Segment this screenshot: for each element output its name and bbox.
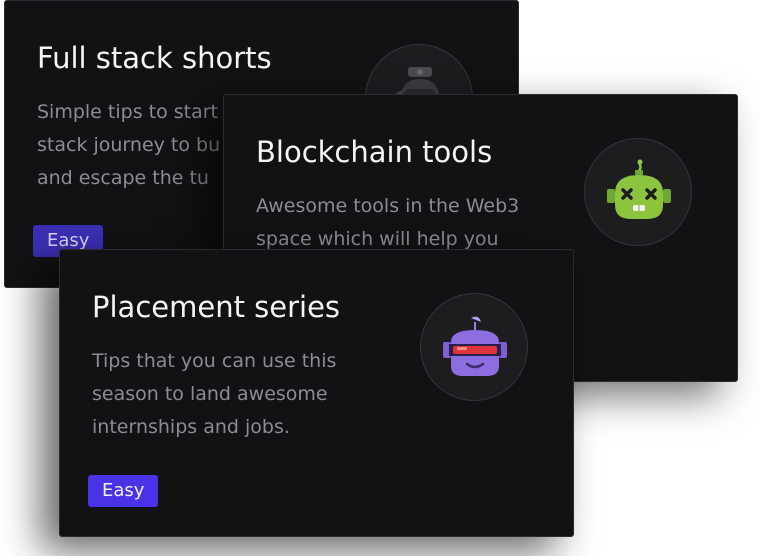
card-description-line: Awesome tools in the Web3: [256, 195, 520, 217]
card-description-line: internships and jobs.: [92, 416, 290, 438]
card-description: Tips that you can use this season to lan…: [92, 345, 336, 444]
card-description-line: Tips that you can use this: [92, 350, 337, 372]
card-description-line: season to land awesome: [92, 383, 328, 405]
difficulty-badge: Easy: [88, 475, 159, 507]
card-title: Placement series: [92, 290, 341, 324]
card-description: Simple tips to start stack journey to bu…: [37, 96, 220, 195]
card-title: Blockchain tools: [256, 135, 493, 169]
card-placement-series[interactable]: Placement series Tips that you can use t…: [59, 249, 574, 537]
card-description: Awesome tools in the Web3 space which wi…: [256, 190, 519, 256]
purple-robot-visor-icon: [420, 293, 528, 401]
card-title: Full stack shorts: [37, 41, 272, 75]
green-robot-icon: [584, 138, 692, 246]
card-description-line: and escape the tu: [37, 167, 209, 189]
card-description-line: Simple tips to start: [37, 101, 219, 123]
card-description-line: stack journey to bu: [37, 134, 221, 156]
